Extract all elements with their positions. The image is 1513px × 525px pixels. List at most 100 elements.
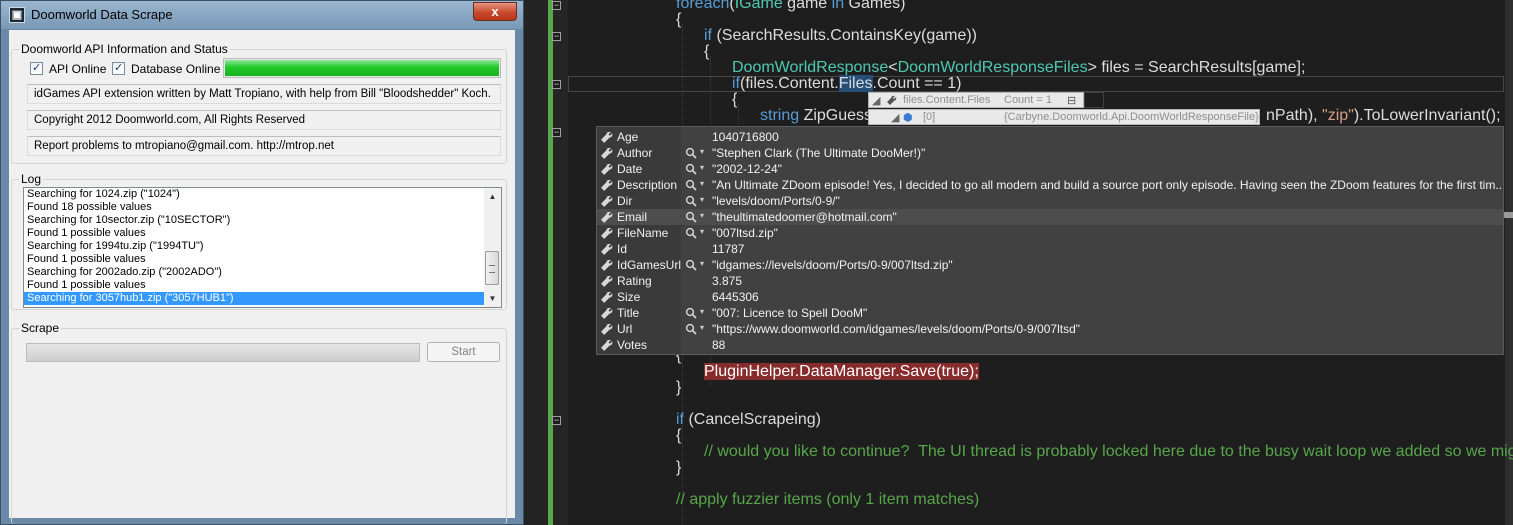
property-row[interactable]: Size 6445306 <box>597 289 1503 305</box>
property-name: Rating <box>617 274 652 288</box>
visualizer-dropdown-icon[interactable]: ▾ <box>700 179 704 188</box>
property-value[interactable]: "007ltsd.zip" <box>712 226 1502 240</box>
property-row[interactable]: Votes 88 <box>597 337 1503 353</box>
property-row[interactable]: Age 1040716800 <box>597 129 1503 145</box>
log-entry[interactable]: Found 1 possible values <box>24 253 484 266</box>
property-row[interactable]: IdGamesUrl ▾ "idgames://levels/doom/Ports/… <box>597 257 1503 273</box>
property-value[interactable]: "007: Licence to Spell DooM" <box>712 306 1502 320</box>
visualizer-dropdown-icon[interactable]: ▾ <box>700 227 704 236</box>
collapse-if-icon[interactable]: − <box>552 416 561 425</box>
code-token: "zip" <box>1322 107 1354 124</box>
log-entry[interactable]: Searching for 2002ado.zip ("2002ADO") <box>24 266 484 279</box>
code-comment: // apply fuzzier items (only 1 item matc… <box>676 491 980 508</box>
panel-scroll-tab[interactable] <box>1504 212 1513 218</box>
visualizer-dropdown-icon[interactable]: ▾ <box>700 307 704 316</box>
scroll-up-icon[interactable]: ▲ <box>484 188 501 205</box>
code-token: IGame <box>734 0 783 12</box>
magnifier-icon[interactable] <box>685 323 697 335</box>
wrench-icon <box>601 291 613 303</box>
scroll-down-icon[interactable]: ▼ <box>484 290 501 307</box>
code-line: { <box>676 11 682 28</box>
magnifier-icon[interactable] <box>685 307 697 319</box>
status-progress-fill <box>225 60 499 76</box>
property-row[interactable]: Description ▾ "An Ultimate ZDoom episode! … <box>597 177 1503 193</box>
datatip-child-row[interactable]: ◢ ⬢ [0] {Carbyne.Doomworld.Api.DoomWorld… <box>868 109 1260 125</box>
property-row[interactable]: Rating 3.875 <box>597 273 1503 289</box>
database-online-checkbox[interactable]: ✓ <box>112 62 125 75</box>
visualizer-dropdown-icon[interactable]: ▾ <box>700 147 704 156</box>
visualizer-dropdown-icon[interactable]: ▾ <box>700 259 704 268</box>
property-name: Email <box>617 210 648 224</box>
magnifier-icon[interactable] <box>685 259 697 271</box>
log-listbox[interactable]: Searching for 1024.zip ("1024") Found 18 … <box>23 187 502 308</box>
datatip-header[interactable]: ◢ files.Content.Files Count = 1 ⊟ <box>868 92 1084 108</box>
log-entry[interactable]: Found 1 possible values <box>24 279 484 292</box>
visualizer-dropdown-icon[interactable]: ▾ <box>700 323 704 332</box>
visualizer-dropdown-icon[interactable]: ▾ <box>700 163 704 172</box>
collapse-string-icon[interactable]: − <box>552 128 561 137</box>
property-row[interactable]: Author ▾ "Stephen Clark (The Ultimate DooM… <box>597 145 1503 161</box>
magnifier-icon[interactable] <box>685 163 697 175</box>
property-value[interactable]: 88 <box>712 338 1502 352</box>
start-button[interactable]: Start <box>427 342 500 362</box>
code-token: Games) <box>844 0 906 12</box>
hovered-token[interactable]: Files <box>838 75 873 92</box>
property-row[interactable]: Url ▾ "https://www.doomworld.com/idgames/l… <box>597 321 1503 337</box>
property-value[interactable]: 11787 <box>712 242 1502 256</box>
property-value[interactable]: "theultimatedoomer@hotmail.com" <box>712 210 1502 224</box>
datatip-properties-panel[interactable]: Age 1040716800 Author ▾ "Stephen Clark (The … <box>596 126 1504 355</box>
property-value[interactable]: "An Ultimate ZDoom episode! Yes, I decid… <box>712 178 1502 192</box>
property-row[interactable]: Id 11787 <box>597 241 1503 257</box>
magnifier-icon[interactable] <box>685 147 697 159</box>
property-value[interactable]: "idgames://levels/doom/Ports/0-9/007ltsd… <box>712 258 1502 272</box>
collapse-if-icon[interactable]: − <box>552 80 561 89</box>
property-name: Age <box>617 130 639 144</box>
log-entry[interactable]: Found 1 possible values <box>24 227 484 240</box>
log-scrollbar[interactable]: ▲ ▼ <box>484 188 501 307</box>
expand-triangle-icon[interactable]: ◢ <box>891 111 899 124</box>
property-row[interactable]: FileName ▾ "007ltsd.zip" <box>597 225 1503 241</box>
magnifier-icon[interactable] <box>685 227 697 239</box>
property-value[interactable]: "levels/doom/Ports/0-9/" <box>712 194 1502 208</box>
app-icon: ▣ <box>9 7 25 23</box>
collapse-if-icon[interactable]: − <box>552 32 561 41</box>
title-bar[interactable]: ▣ Doomworld Data Scrape x <box>1 1 523 29</box>
property-value[interactable]: "Stephen Clark (The Ultimate DooMer!)" <box>712 146 1502 160</box>
api-online-checkbox[interactable]: ✓ <box>30 62 43 75</box>
property-row[interactable]: Email ▾ "theultimatedoomer@hotmail.com" <box>597 209 1503 225</box>
property-value[interactable]: 6445306 <box>712 290 1502 304</box>
property-name: Title <box>617 306 640 320</box>
datatip-count: Count = 1 <box>1004 94 1053 106</box>
close-button[interactable]: x <box>473 2 517 21</box>
pin-icon[interactable]: ⊟ <box>1067 94 1076 107</box>
code-line: } <box>676 459 682 476</box>
property-value[interactable]: 1040716800 <box>712 130 1502 144</box>
property-value[interactable]: "2002-12-24" <box>712 162 1502 176</box>
expand-triangle-icon[interactable]: ◢ <box>872 94 880 107</box>
current-line-highlight <box>568 76 1504 92</box>
code-line: { <box>704 43 710 60</box>
change-indicator-bar <box>548 0 553 525</box>
log-entry[interactable]: Found 18 possible values <box>24 201 484 214</box>
property-name: Url <box>617 322 633 336</box>
log-entry[interactable]: Searching for 1994tu.zip ("1994TU") <box>24 240 484 253</box>
breakpoint-line[interactable]: PluginHelper.DataManager.Save(true); <box>704 363 979 380</box>
visualizer-dropdown-icon[interactable]: ▾ <box>700 211 704 220</box>
property-value[interactable]: 3.875 <box>712 274 1502 288</box>
magnifier-icon[interactable] <box>685 195 697 207</box>
magnifier-icon[interactable] <box>685 211 697 223</box>
log-entry[interactable]: Searching for 10sector.zip ("10SECTOR") <box>24 214 484 227</box>
wrench-icon <box>601 243 613 255</box>
log-rows: Searching for 1024.zip ("1024") Found 18 … <box>24 188 501 305</box>
log-entry[interactable]: Searching for 1024.zip ("1024") <box>24 188 484 201</box>
property-name: Date <box>617 162 643 176</box>
property-row[interactable]: Dir ▾ "levels/doom/Ports/0-9/" <box>597 193 1503 209</box>
property-value[interactable]: "https://www.doomworld.com/idgames/level… <box>712 322 1502 336</box>
log-entry[interactable]: Searching for 3057hub1.zip ("3057HUB1") <box>24 292 484 305</box>
property-row[interactable]: Date ▾ "2002-12-24" <box>597 161 1503 177</box>
property-row[interactable]: Title ▾ "007: Licence to Spell DooM" <box>597 305 1503 321</box>
scroll-thumb[interactable] <box>485 251 499 285</box>
collapse-foreach-icon[interactable]: − <box>552 1 561 10</box>
visualizer-dropdown-icon[interactable]: ▾ <box>700 195 704 204</box>
magnifier-icon[interactable] <box>685 179 697 191</box>
